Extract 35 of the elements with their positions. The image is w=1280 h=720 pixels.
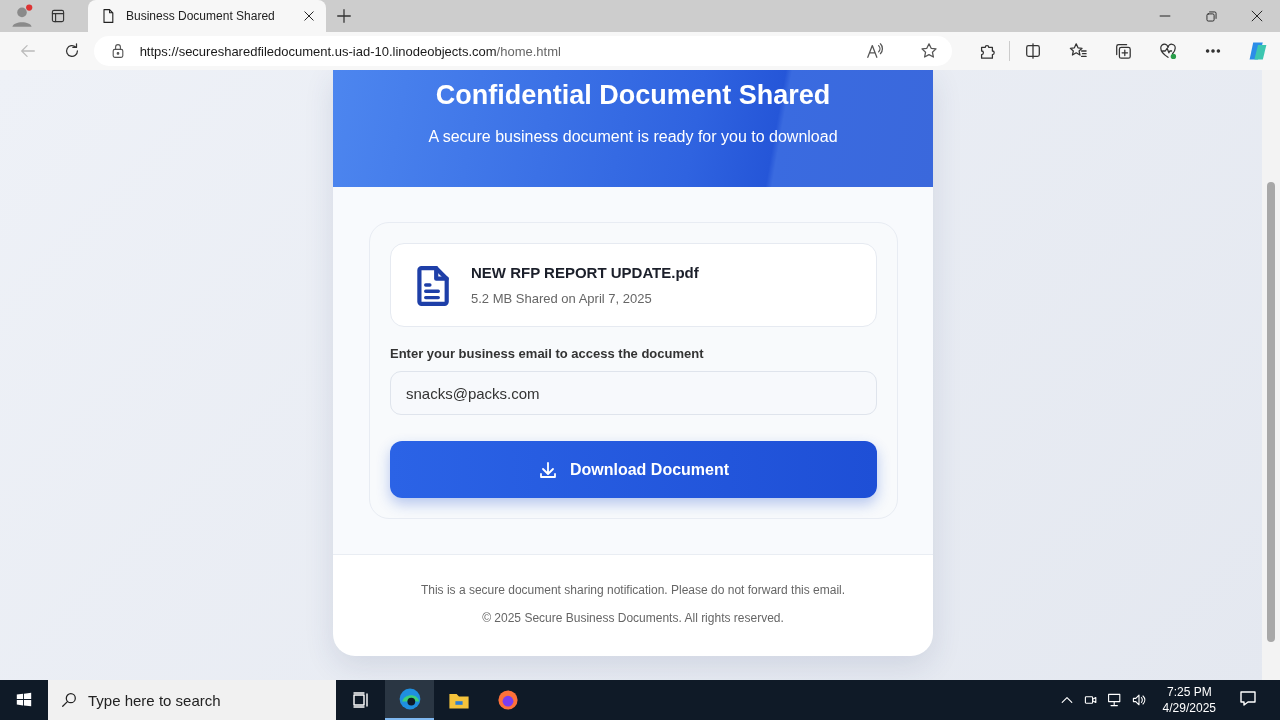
- email-label: Enter your business email to access the document: [390, 346, 705, 361]
- page-title: Confidential Document Shared: [435, 80, 831, 111]
- close-icon[interactable]: [302, 9, 316, 23]
- collections-icon[interactable]: [1113, 42, 1132, 60]
- close-icon[interactable]: [1250, 9, 1264, 23]
- firefox-icon[interactable]: [495, 688, 520, 712]
- favorites-icon[interactable]: [1068, 42, 1087, 60]
- file-name: NEW RFP REPORT UPDATE.pdf: [471, 264, 699, 281]
- read-aloud-icon[interactable]: [866, 42, 884, 60]
- scrollbar[interactable]: [1262, 70, 1280, 680]
- file-details: 5.2 MB Shared on April 7, 2025: [471, 291, 653, 306]
- clock[interactable]: 7:25 PM 4/29/2025: [1162, 684, 1216, 716]
- task-view-icon[interactable]: [350, 690, 371, 710]
- tab-actions-icon[interactable]: [50, 8, 66, 24]
- volume-icon[interactable]: [1130, 692, 1147, 708]
- windows-icon[interactable]: [15, 691, 33, 709]
- heart-pulse-icon[interactable]: [1158, 42, 1177, 60]
- document-icon: [100, 8, 116, 24]
- search-icon: [60, 691, 78, 709]
- download-button[interactable]: Download Document: [390, 441, 877, 498]
- network-icon[interactable]: [1106, 692, 1123, 708]
- download-icon: [537, 459, 558, 480]
- profile-icon[interactable]: [10, 4, 34, 28]
- restore-icon[interactable]: [1204, 9, 1218, 23]
- star-icon[interactable]: [920, 42, 938, 60]
- email-field[interactable]: snacks@packs.com: [390, 371, 877, 415]
- page-subtitle: A secure business document is ready for you to download: [428, 128, 838, 146]
- footer-text: © 2025 Secure Business Documents. All rights reserved.: [482, 611, 784, 625]
- address-bar[interactable]: https://securesharedfiledocument.us-iad-10.linodeobjects.com/home.html: [93, 36, 952, 66]
- split-screen-icon[interactable]: [1023, 42, 1042, 60]
- browser-tab[interactable]: Business Document Shared: [88, 0, 326, 32]
- notification-icon[interactable]: [1238, 688, 1258, 708]
- taskbar-search[interactable]: Type here to search: [48, 680, 336, 720]
- plus-icon[interactable]: [335, 7, 353, 25]
- footer-text: This is a secure document sharing notification. Please do not forward this email.: [420, 583, 846, 597]
